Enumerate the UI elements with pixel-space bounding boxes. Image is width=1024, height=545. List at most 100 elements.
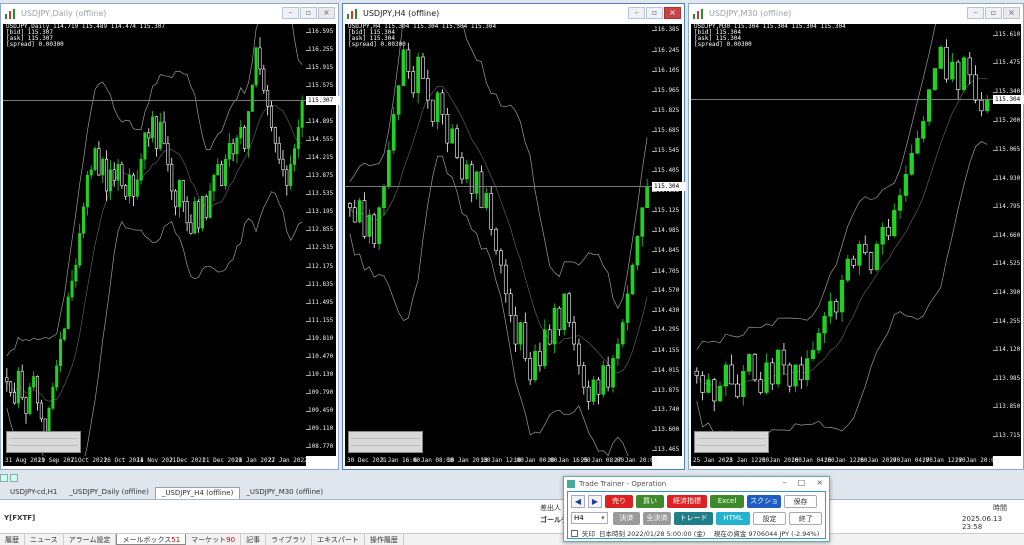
price-chart[interactable] [3, 24, 306, 456]
arrow-checkbox[interactable] [571, 529, 578, 537]
candle-body [5, 377, 9, 383]
terminal-tab[interactable]: ニュース [25, 534, 64, 545]
economic-indicators-button[interactable]: 経済指標 [667, 494, 707, 508]
toolbox-toggle[interactable] [0, 474, 20, 486]
step-back-button[interactable]: ◀ [571, 494, 585, 508]
price-chart[interactable] [345, 24, 652, 456]
candle-body [391, 114, 396, 151]
candle-body [851, 258, 856, 266]
y-tick-label: 114.845 [654, 247, 680, 255]
candle-body [863, 243, 868, 254]
chart-icon [5, 8, 15, 19]
chart-tab[interactable]: USDJPY-cd,H1 [4, 487, 63, 499]
candle-body [425, 78, 430, 101]
buy-button[interactable]: 買い [636, 494, 664, 508]
time-axis[interactable]: 25 Jan 2022 25 Jan 12:00 25 Jan 20:00 26 Ja… [691, 456, 998, 466]
candle-body [620, 322, 625, 345]
chart-tab[interactable]: _USDJPY_H4 (offline) [154, 487, 241, 499]
terminal-tab[interactable]: エキスパート [312, 534, 365, 545]
settle-button[interactable]: 決済 [612, 511, 641, 525]
terminal-tab[interactable]: ライブラリ [266, 534, 313, 545]
step-forward-button[interactable]: ▶ [588, 494, 602, 508]
candle-body [266, 89, 270, 107]
close-button[interactable]: × [664, 7, 681, 19]
screenshot-button[interactable]: スクショ [747, 494, 781, 508]
candle-body [591, 379, 596, 402]
maximize-button[interactable]: □ [798, 478, 806, 487]
settle-all-button[interactable]: 全決済 [643, 511, 671, 525]
candle-body [985, 99, 990, 112]
trade-button[interactable]: トレード [673, 511, 714, 525]
time-axis[interactable]: 30 Dec 2021 3 Jan 16:00 6 Jan 08:00 10 Jan … [345, 456, 657, 466]
minimize-button[interactable]: – [628, 7, 645, 19]
terminal-tab[interactable]: メールボックス51 [116, 534, 187, 545]
close-button[interactable]: × [816, 478, 823, 487]
price-axis[interactable]: 115.610 115.475 115.340 115.200 115.065 114.9… [993, 24, 1024, 456]
chart-window-m30[interactable]: USDJPY,M30 (offline) – ▫ × USDJPY,M30 11… [688, 3, 1024, 470]
candlestick-svg [348, 24, 649, 456]
time-axis[interactable]: 31 Aug 2021 19 Sep 2021 7 Oct 2021 26 Oct 2… [3, 456, 308, 466]
y-tick-label: 114.215 [308, 154, 334, 162]
column-header-sender[interactable]: 差出人 [540, 503, 561, 513]
candle-body [712, 379, 717, 402]
trade-info-panel [694, 431, 769, 453]
candle-body [277, 142, 281, 160]
terminal-tab[interactable]: マーケット90 [186, 534, 242, 545]
y-tick-label: 113.850 [995, 403, 1021, 411]
html-button[interactable]: HTML [716, 511, 750, 525]
maximize-button[interactable]: ▫ [985, 7, 1002, 19]
candle-body [508, 293, 513, 316]
candle-body [474, 171, 479, 194]
y-tick-label: 116.255 [308, 46, 334, 54]
trade-trainer-dialog[interactable]: Trade Trainer - Operation – □ × ◀ ▶ 売り 買… [563, 476, 830, 542]
mail-time[interactable]: 2025.06.13 23:58 [962, 515, 1024, 531]
terminal-tab[interactable]: 履歴 [0, 534, 25, 545]
candle-body [464, 164, 469, 180]
timeframe-select[interactable]: H4 ▾ [571, 512, 608, 524]
candle-body [645, 185, 649, 209]
price-axis[interactable]: 116.385 116.245 116.105 115.965 115.825 115.6… [652, 24, 686, 456]
chart-tab[interactable]: _USDJPY_M30 (offline) [240, 487, 329, 499]
terminal-tab-label: 履歴 [5, 536, 19, 544]
settings-button[interactable]: 設定 [752, 511, 787, 525]
y-tick-label: 114.255 [995, 317, 1021, 325]
candle-body [503, 264, 508, 295]
candlestick-svg [694, 24, 990, 436]
sell-button[interactable]: 売り [605, 494, 633, 508]
chart-tab[interactable]: _USDJPY_Daily (offline) [63, 487, 155, 499]
chart-window-daily[interactable]: USDJPY,Daily (offline) – ▫ × USDJPY,Dail… [0, 3, 340, 470]
candle-body [108, 169, 112, 192]
minimize-button[interactable]: – [282, 7, 299, 19]
terminal-tab-label: エキスパート [317, 536, 359, 544]
status-text: 日本時刻 2022/01/28 5:00:00 (金) 現在の資金 970604… [599, 530, 820, 538]
terminal-tab[interactable]: 操作履歴 [365, 534, 404, 545]
price-axis[interactable]: 116.595116.255115.915115.575115.235114.8… [306, 24, 340, 456]
candle-body [128, 174, 132, 197]
y-tick-label: 108.770 [308, 442, 334, 450]
current-price-label: 115.304 [652, 181, 686, 191]
close-button[interactable]: × [318, 7, 335, 19]
candle-body [793, 364, 798, 387]
terminal-tab[interactable]: 記事 [241, 534, 267, 545]
candle-body [741, 370, 746, 398]
terminal-tab[interactable]: アラーム設定 [64, 534, 117, 545]
current-price-label: 115.307 [306, 96, 340, 106]
y-tick-label: 113.985 [995, 374, 1021, 382]
exit-button[interactable]: 終了 [789, 511, 822, 525]
close-button[interactable]: × [1003, 7, 1020, 19]
y-tick-label: 114.570 [654, 286, 680, 294]
candle-body [880, 226, 885, 245]
chart-window-h4[interactable]: USDJPY,H4 (offline) – ▫ × USDJPY,H4 115.… [342, 3, 686, 470]
excel-button[interactable]: Excel [710, 494, 744, 508]
candle-body [12, 392, 17, 404]
minimize-button[interactable]: – [967, 7, 984, 19]
price-chart[interactable] [691, 24, 993, 456]
maximize-button[interactable]: ▫ [300, 7, 317, 19]
maximize-button[interactable]: ▫ [646, 7, 663, 19]
minimize-button[interactable]: – [783, 478, 787, 487]
candle-body [212, 174, 216, 192]
candle-body [735, 383, 740, 398]
column-header-time[interactable]: 時間 [993, 503, 1007, 513]
save-button[interactable]: 保存 [784, 494, 817, 508]
candle-body [586, 386, 591, 402]
